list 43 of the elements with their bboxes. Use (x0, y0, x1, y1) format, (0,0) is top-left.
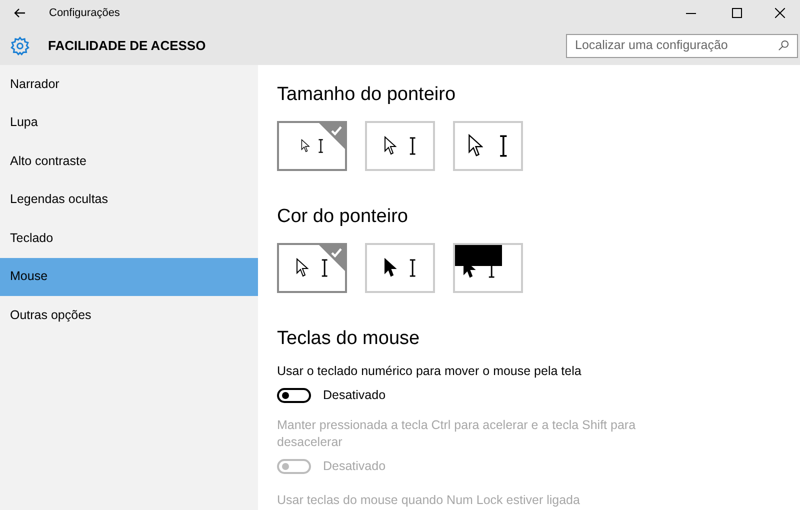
checkmark-corner-icon (319, 245, 345, 271)
pointer-option[interactable] (453, 121, 523, 171)
text-cursor-icon (320, 259, 328, 277)
arrow-pointer-icon (384, 258, 397, 278)
page-title: FACILIDADE DE ACESSO (48, 36, 206, 55)
checkmark-corner-icon (319, 123, 345, 149)
search-field[interactable]: Localizar uma configuração (566, 34, 798, 58)
arrow-pointer-icon (384, 136, 397, 156)
pointer-option[interactable] (365, 121, 435, 171)
text-cursor-icon (408, 137, 416, 155)
pointer-option[interactable] (453, 243, 523, 293)
text-cursor-icon (408, 259, 416, 277)
sidebar-item[interactable]: Legendas ocultas (0, 180, 258, 219)
inverted-area (455, 245, 502, 266)
sidebar-item[interactable]: Teclado (0, 219, 258, 258)
pointer-option[interactable] (365, 243, 435, 293)
setting-label: Usar teclas do mouse quando Num Lock estiver ligada (277, 492, 581, 508)
settings-icon (10, 36, 30, 56)
back-arrow-icon (14, 8, 26, 18)
setting-label: Manter pressionada a tecla Ctrl para acelerar e a tecla Shift para desacelerar (277, 416, 637, 451)
arrow-pointer-icon (468, 134, 484, 158)
window-title: Configurações (49, 6, 120, 21)
toggle-state: Desativado (323, 458, 386, 475)
section-heading: Cor do ponteiro (277, 205, 409, 229)
setting-label: Usar o teclado numérico para mover o mouse pela tela (277, 363, 582, 380)
section-heading: Tamanho do ponteiro (277, 83, 457, 107)
sidebar-item[interactable]: Mouse (0, 258, 258, 296)
sidebar-item[interactable]: Lupa (0, 104, 258, 142)
arrow-pointer-icon (296, 258, 309, 278)
pointer-option[interactable] (277, 243, 347, 293)
toggle-switch[interactable] (277, 388, 311, 403)
sidebar-item[interactable]: Outras opções (0, 296, 258, 334)
arrow-pointer-icon (300, 139, 310, 153)
text-cursor-icon (318, 139, 324, 153)
search-icon (778, 40, 789, 51)
minimize-icon (686, 12, 696, 14)
toggle-state: Desativado (323, 387, 386, 404)
sidebar-item[interactable]: Narrador (0, 65, 258, 104)
close-icon (775, 8, 785, 18)
maximize-icon (732, 8, 742, 18)
sidebar-item[interactable]: Alto contraste (0, 142, 258, 180)
section-heading: Teclas do mouse (277, 327, 421, 351)
text-cursor-icon (499, 135, 508, 157)
